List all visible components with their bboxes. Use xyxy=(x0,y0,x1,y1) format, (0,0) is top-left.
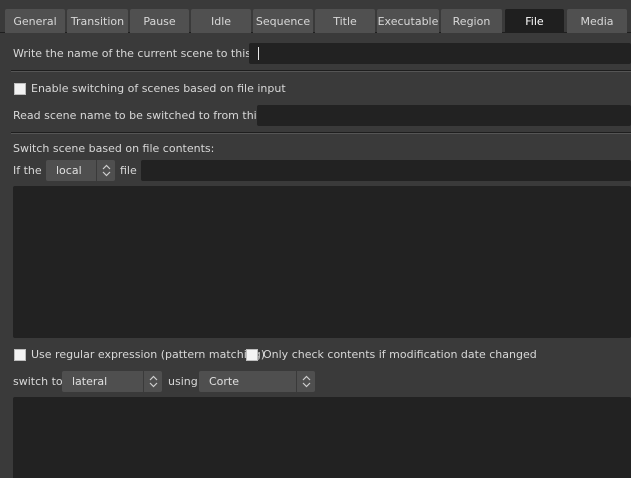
scene-select[interactable]: lateral xyxy=(62,371,162,392)
file-location-value: local xyxy=(56,164,82,177)
enable-switching-checkbox[interactable] xyxy=(14,83,26,95)
tab-media[interactable]: Media xyxy=(567,9,627,33)
tab-pause[interactable]: Pause xyxy=(130,9,189,33)
tab-sequence[interactable]: Sequence xyxy=(253,9,313,33)
if-the-label: If the xyxy=(13,164,42,177)
transition-value: Corte xyxy=(209,375,240,388)
tab-transition[interactable]: Transition xyxy=(67,9,128,33)
tab-executable[interactable]: Executable xyxy=(377,9,439,33)
regex-label: Use regular expression (pattern matching… xyxy=(31,348,265,361)
scene-value: lateral xyxy=(72,375,108,388)
separator xyxy=(11,70,631,72)
modification-date-label: Only check contents if modification date… xyxy=(263,348,537,361)
file-switch-list[interactable] xyxy=(13,397,631,478)
tab-region[interactable]: Region xyxy=(441,9,502,33)
switch-to-label: switch to xyxy=(13,375,63,388)
up-down-arrows-icon xyxy=(143,371,162,392)
read-file-label: Read scene name to be switched to from t… xyxy=(13,109,287,122)
content-file-input[interactable] xyxy=(141,160,631,181)
file-content-textarea[interactable] xyxy=(13,186,631,338)
modification-date-checkbox[interactable] xyxy=(246,349,258,361)
up-down-arrows-icon xyxy=(296,371,315,392)
transition-select[interactable]: Corte xyxy=(199,371,315,392)
file-contents-heading: Switch scene based on file contents: xyxy=(13,142,215,155)
text-caret xyxy=(258,47,259,60)
regex-checkbox[interactable] xyxy=(14,349,26,361)
using-label: using xyxy=(168,375,198,388)
tab-file[interactable]: File xyxy=(505,9,564,33)
read-file-input[interactable] xyxy=(257,105,631,126)
separator xyxy=(11,132,631,134)
file-location-select[interactable]: local xyxy=(46,160,115,181)
write-file-label: Write the name of the current scene to t… xyxy=(13,47,275,60)
file-label: file xyxy=(120,164,137,177)
tab-title[interactable]: Title xyxy=(315,9,375,33)
up-down-arrows-icon xyxy=(96,160,115,181)
tab-idle[interactable]: Idle xyxy=(191,9,251,33)
tab-general[interactable]: General xyxy=(5,9,65,33)
enable-switching-label: Enable switching of scenes based on file… xyxy=(31,82,286,95)
write-file-input[interactable] xyxy=(249,43,631,64)
tab-bar: General Transition Pause Idle Sequence T… xyxy=(0,0,631,33)
